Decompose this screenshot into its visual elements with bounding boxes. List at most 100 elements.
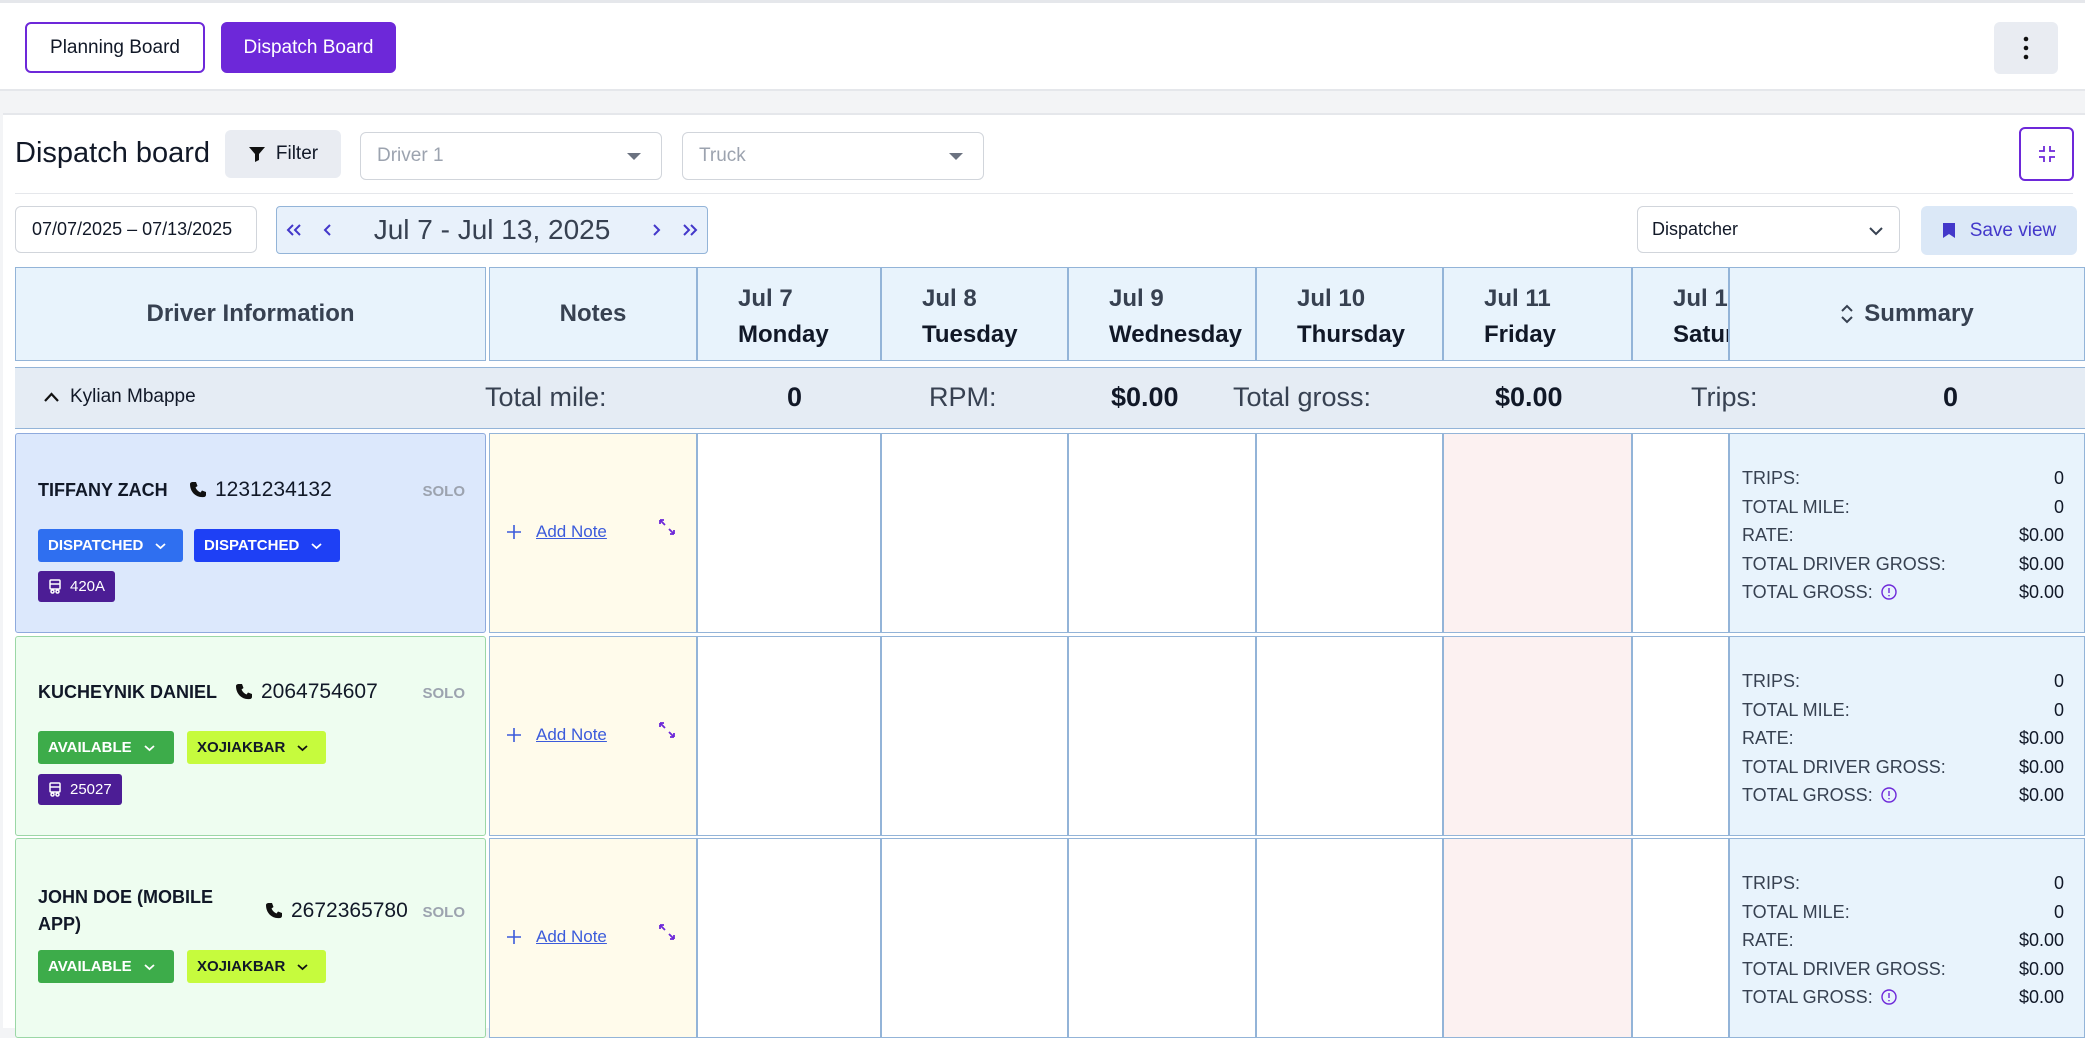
dispatch-board-button[interactable]: Dispatch Board (221, 22, 396, 73)
driver-phone[interactable]: 2672365780 (265, 899, 408, 923)
double-chevron-right-icon (683, 224, 698, 236)
chevron-down-icon (144, 744, 155, 751)
dispatcher-dropdown[interactable]: XOJIAKBAR (187, 731, 326, 764)
day-cell[interactable] (1443, 838, 1632, 1038)
next-week-button[interactable] (639, 207, 673, 253)
day-cell[interactable] (1068, 838, 1256, 1038)
expand-icon[interactable] (658, 518, 676, 536)
rpm-label: RPM: (929, 382, 997, 412)
week-label: Jul 7 - Jul 13, 2025 (373, 214, 611, 245)
expand-icon[interactable] (658, 721, 676, 739)
trips-label: Trips: (1691, 382, 1758, 412)
column-header-day: Jul 12 Saturday (1632, 267, 1729, 361)
driver-phone-number: 2672365780 (291, 899, 408, 922)
day-cell[interactable] (881, 838, 1068, 1038)
truck-icon (49, 579, 61, 594)
filter-icon (248, 147, 265, 162)
truck-badge[interactable]: 25027 (38, 774, 122, 805)
column-header-day: Jul 8 Tuesday (881, 267, 1068, 361)
day-cell[interactable] (1256, 433, 1443, 633)
phone-icon (190, 482, 206, 498)
day-cell[interactable] (1443, 433, 1632, 633)
prev-week-button[interactable] (311, 207, 345, 253)
add-note-label: Add Note (536, 725, 607, 744)
status-dropdown[interactable]: AVAILABLE (38, 950, 174, 983)
day-cell[interactable] (1632, 433, 1729, 633)
summary-value: $0.00 (2018, 582, 2064, 602)
info-icon[interactable] (1881, 787, 1897, 803)
driver-card[interactable]: KUCHEYNIK DANIEL 2064754607 SOLO AVAILAB… (15, 636, 486, 836)
info-icon[interactable] (1881, 584, 1897, 600)
driver-select[interactable]: Driver 1 (360, 132, 662, 180)
summary-value: 0 (2053, 496, 2064, 517)
truck-number: 420A (70, 578, 106, 595)
day-cell[interactable] (881, 433, 1068, 633)
filter-button[interactable]: Filter (225, 130, 341, 178)
trips-value: 0 (1943, 382, 1959, 412)
dispatcher-dropdown[interactable]: XOJIAKBAR (187, 950, 326, 983)
group-toggle[interactable]: Kylian Mbappe (43, 386, 196, 408)
summary-trips: TRIPS: 0 (1742, 869, 2064, 898)
status-dropdown[interactable]: DISPATCHED (38, 529, 183, 562)
truck-select[interactable]: Truck (682, 132, 984, 180)
phone-icon (266, 903, 282, 919)
divider (15, 193, 2073, 194)
driver-phone[interactable]: 2064754607 (235, 680, 378, 704)
add-note-label: Add Note (536, 522, 607, 541)
day-cell[interactable] (1068, 433, 1256, 633)
driver-card[interactable]: TIFFANY ZACH 1231234132 SOLO DISPATCHED … (15, 433, 486, 633)
first-week-button[interactable] (277, 207, 311, 253)
column-header-label: Driver Information (146, 300, 355, 327)
info-icon[interactable] (1881, 989, 1897, 1005)
plus-icon (507, 930, 521, 944)
total-mile-label: Total mile: (485, 382, 607, 412)
bookmark-icon (1942, 223, 1955, 238)
day-cell[interactable] (1068, 636, 1256, 836)
day-cell[interactable] (1632, 636, 1729, 836)
plus-icon (507, 525, 521, 539)
total-mile-value: 0 (787, 382, 803, 412)
day-cell[interactable] (881, 636, 1068, 836)
more-options-button[interactable] (1994, 22, 2058, 74)
add-note-button[interactable]: Add Note (506, 725, 607, 745)
driver-phone[interactable]: 1231234132 (189, 478, 332, 502)
expand-icon[interactable] (658, 923, 676, 941)
day-cell[interactable] (1632, 838, 1729, 1038)
summary-label: RATE: (1742, 728, 1794, 748)
status-label: XOJIAKBAR (197, 958, 286, 975)
driver-card[interactable]: JOHN DOE (MOBILE APP) 2672365780 SOLO AV… (15, 838, 486, 1038)
summary-value: 0 (2053, 873, 2064, 893)
column-header-notes: Notes (489, 267, 697, 361)
day-date: Jul 10 (1297, 285, 1366, 312)
dispatch-status-dropdown[interactable]: DISPATCHED (194, 529, 340, 562)
summary-label: TOTAL GROSS: (1742, 987, 1873, 1007)
truck-badge[interactable]: 420A (38, 571, 116, 602)
summary-total-gross: TOTAL GROSS: $0.00 (1742, 983, 2064, 1012)
summary-value: $0.00 (2018, 958, 2064, 979)
column-header-driver-information: Driver Information (15, 267, 486, 361)
planning-board-button[interactable]: Planning Board (25, 22, 205, 73)
column-header-summary[interactable]: Summary (1729, 267, 2085, 361)
day-cell[interactable] (697, 636, 881, 836)
add-note-button[interactable]: Add Note (506, 927, 607, 947)
summary-label: TRIPS: (1742, 873, 1801, 893)
summary-label: TOTAL MILE: (1742, 699, 1850, 720)
day-cell[interactable] (1256, 636, 1443, 836)
last-week-button[interactable] (673, 207, 707, 253)
day-cell[interactable] (1443, 636, 1632, 836)
collapse-button[interactable] (2019, 127, 2074, 181)
date-range-input[interactable]: 07/07/2025 – 07/13/2025 (15, 206, 257, 253)
driver-phone-number: 1231234132 (215, 478, 332, 501)
status-dropdown[interactable]: AVAILABLE (38, 731, 174, 764)
chevron-down-icon (297, 744, 308, 751)
double-chevron-left-icon (286, 224, 301, 236)
save-view-button[interactable]: Save view (1921, 206, 2077, 255)
summary-cell: TRIPS: 0 TOTAL MILE: 0 RATE: $0.00 TOTAL DR… (1729, 636, 2085, 836)
truck-icon (49, 782, 61, 797)
day-cell[interactable] (1256, 838, 1443, 1038)
day-cell[interactable] (697, 838, 881, 1038)
plus-icon (507, 728, 521, 742)
day-cell[interactable] (697, 433, 881, 633)
dispatcher-select[interactable]: Dispatcher (1637, 206, 1900, 253)
add-note-button[interactable]: Add Note (506, 522, 607, 542)
